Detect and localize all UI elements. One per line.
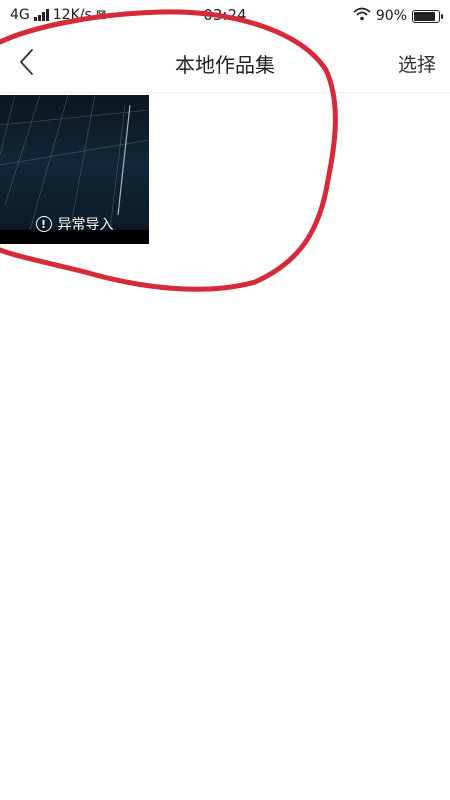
work-status-text: 异常导入 bbox=[57, 217, 114, 233]
battery-icon bbox=[412, 9, 443, 23]
page-title: 本地作品集 bbox=[175, 53, 275, 77]
nav-bar: 本地作品集 选择 bbox=[0, 32, 450, 93]
wifi-icon bbox=[353, 7, 371, 25]
back-button[interactable] bbox=[8, 44, 44, 80]
chevron-left-icon bbox=[20, 49, 33, 75]
status-right: 90% bbox=[353, 7, 443, 25]
select-button[interactable]: 选择 bbox=[398, 50, 436, 77]
work-status-label: ! 异常导入 bbox=[0, 214, 149, 234]
exclamation-circle-icon: ! bbox=[35, 216, 52, 232]
status-bar: 4G 12K/s ⊠ 03:24 90% bbox=[0, 0, 450, 32]
battery-percent: 90% bbox=[375, 8, 407, 24]
work-thumbnail[interactable]: ! 异常导入 bbox=[0, 95, 149, 244]
